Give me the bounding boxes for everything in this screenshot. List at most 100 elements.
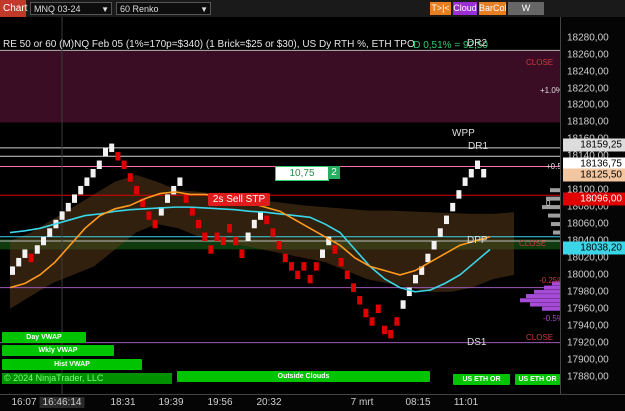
- volume-profile-bar: [520, 298, 560, 303]
- renko-brick: [183, 194, 189, 203]
- close-mark: CLOSE: [519, 239, 547, 248]
- renko-brick: [41, 236, 46, 246]
- level-dr1: DR1: [468, 141, 489, 152]
- time-label: 7 mrt: [350, 397, 374, 408]
- day-vwap-pill[interactable]: Day VWAP: [2, 332, 86, 343]
- toolbar: Chart MNQ 03-24 ▼ 60 Renko ▼ T>|< Cloud Ba…: [0, 0, 625, 26]
- price-tick-label: 18280,00: [567, 32, 609, 44]
- level-ds1: DS1: [467, 337, 487, 348]
- volume-profile-bar: [542, 306, 560, 311]
- renko-brick: [177, 177, 183, 186]
- renko-brick: [369, 317, 375, 326]
- time-label: 19:39: [158, 397, 184, 408]
- renko-brick: [28, 253, 34, 263]
- toggle-button[interactable]: T>|<: [430, 2, 451, 15]
- renko-brick: [276, 241, 282, 250]
- renko-brick: [270, 228, 276, 237]
- volume-profile-bar: [544, 285, 560, 290]
- price-tick-label: 18240,00: [567, 66, 609, 78]
- eth-or-pill[interactable]: US ETH OR: [515, 374, 560, 385]
- renko-brick: [295, 270, 301, 280]
- price-tick-label: 17900,00: [567, 354, 609, 366]
- eth-or-pill[interactable]: US ETH OR: [453, 374, 510, 385]
- volume-profile-bar: [551, 222, 560, 227]
- renko-brick: [475, 160, 480, 169]
- renko-brick: [220, 236, 226, 246]
- renko-brick: [202, 232, 208, 241]
- volume-profile-bar: [530, 302, 560, 307]
- volume-profile-bar: [548, 213, 560, 218]
- sell-stop-order[interactable]: 2s Sell STP: [208, 193, 270, 206]
- hist-vwap-pill[interactable]: Hist VWAP: [2, 359, 142, 370]
- renko-brick: [214, 232, 220, 241]
- price-tick-label: 18000,00: [567, 269, 609, 281]
- symbol-selector[interactable]: MNQ 03-24 ▼: [30, 2, 112, 15]
- price-tick-label: 17960,00: [567, 303, 609, 315]
- renko-brick: [196, 219, 201, 229]
- chart-tab[interactable]: Chart: [0, 0, 27, 17]
- renko-brick: [320, 249, 325, 258]
- time-label: 16:07: [11, 397, 37, 408]
- renko-brick: [171, 185, 177, 195]
- renko-brick: [338, 257, 344, 267]
- price-box-wpp: 18159,25: [563, 138, 625, 152]
- price-box-vwap: 18038,20: [563, 241, 625, 255]
- time-label: 20:32: [256, 397, 282, 408]
- level-dr2: DR2: [467, 38, 488, 49]
- chevron-down-icon: ▼: [200, 5, 208, 14]
- time-label-cursor: 16:46:14: [39, 397, 85, 408]
- renko-brick: [437, 228, 443, 237]
- price-axis[interactable]: 18280,00 18260,00 18240,00 18220,00 18200,00…: [560, 17, 625, 394]
- renko-brick: [78, 185, 84, 195]
- renko-brick: [239, 249, 245, 258]
- renko-brick: [34, 245, 40, 254]
- renko-brick: [462, 177, 468, 186]
- bar-type-selector[interactable]: 60 Renko ▼: [116, 2, 211, 15]
- barcol-button[interactable]: BarCol: [479, 2, 507, 15]
- renko-brick: [189, 207, 195, 216]
- cloud-button[interactable]: Cloud: [453, 2, 477, 15]
- chevron-down-icon: ▼: [101, 5, 109, 14]
- renko-brick: [382, 325, 387, 335]
- time-axis[interactable]: 16:07 16:46:14 18:31 19:39 19:56 20:32 7…: [0, 394, 625, 411]
- renko-brick: [251, 219, 257, 229]
- chart-plot-area[interactable]: RE 50 or 60 (M)NQ Feb 05 (1%=170p=$340) …: [0, 17, 560, 394]
- price-tick-label: 17980,00: [567, 286, 609, 298]
- price-box-stop: 18096,00: [563, 192, 625, 206]
- renko-brick: [152, 219, 158, 229]
- wkly-vwap-pill[interactable]: Wkly VWAP: [2, 345, 114, 356]
- price-tick-label: 18220,00: [567, 83, 609, 95]
- renko-brick: [375, 304, 381, 313]
- volume-profile-bar: [534, 289, 560, 294]
- renko-brick: [431, 241, 437, 250]
- outside-clouds-pill[interactable]: Outside Clouds: [177, 371, 430, 382]
- renko-brick: [468, 169, 474, 178]
- renko-brick: [109, 143, 115, 153]
- renko-brick: [165, 194, 170, 203]
- level-dpp: DPP: [467, 235, 488, 246]
- pct-mark: 0: [546, 199, 551, 208]
- renko-brick: [456, 190, 462, 199]
- renko-brick: [47, 228, 53, 237]
- renko-brick: [313, 262, 319, 271]
- renko-brick: [425, 253, 431, 263]
- range-band: [0, 50, 560, 123]
- renko-brick: [59, 211, 65, 220]
- renko-brick: [282, 253, 288, 263]
- wvwap-button[interactable]: W VWAP: [508, 2, 544, 26]
- renko-brick: [450, 202, 456, 212]
- renko-brick: [10, 266, 15, 275]
- close-mark: CLOSE: [526, 58, 554, 67]
- renko-brick: [413, 274, 418, 284]
- renko-brick: [90, 169, 96, 178]
- order-quantity-box[interactable]: 10,75: [275, 166, 329, 181]
- renko-brick: [301, 262, 307, 271]
- renko-brick: [146, 211, 152, 220]
- pct-mark: +0.5%: [546, 162, 560, 171]
- pct-mark: -0.25%: [539, 276, 560, 285]
- pct-mark: +1.0%: [540, 86, 560, 95]
- order-count-badge[interactable]: 2: [328, 166, 340, 179]
- price-tick-label: 18180,00: [567, 116, 609, 128]
- renko-brick: [481, 169, 487, 178]
- symbol-label: MNQ 03-24: [34, 4, 81, 14]
